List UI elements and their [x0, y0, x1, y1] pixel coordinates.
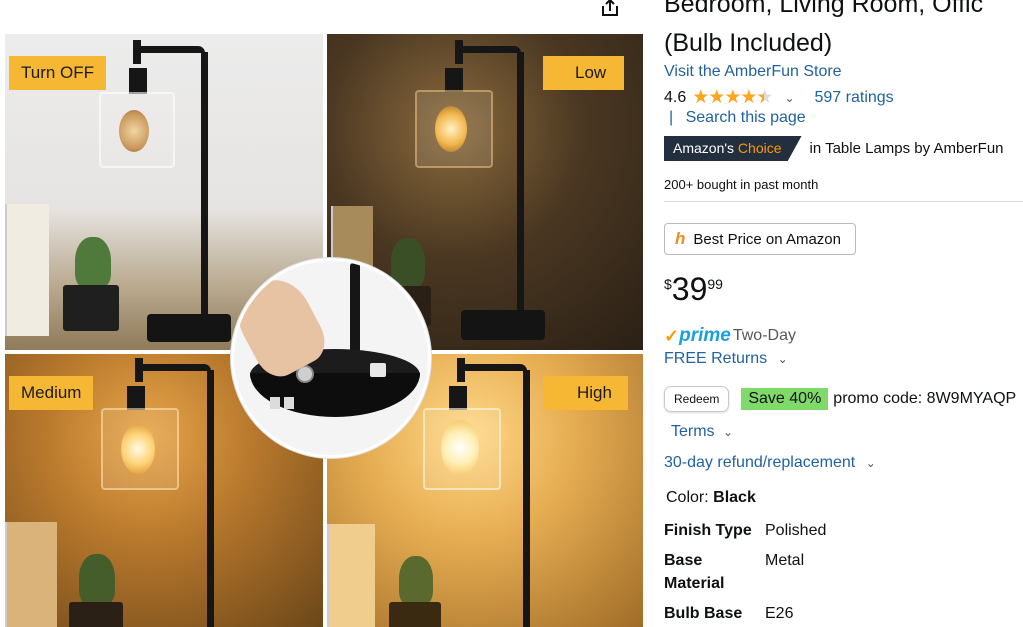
- search-this-page-row: | Search this page: [669, 109, 806, 127]
- tag-low: Low: [543, 56, 625, 90]
- prime-row: ✓ prime Two-Day: [664, 325, 796, 347]
- store-link[interactable]: Visit the AmberFun Store: [664, 63, 842, 81]
- two-day-label: Two-Day: [732, 327, 796, 344]
- badge-choice: Choice: [737, 140, 782, 156]
- separator: |: [669, 109, 674, 126]
- ratings-count-link[interactable]: 597 ratings: [815, 89, 894, 107]
- amazons-choice-row: Amazon's Choice in Table Lamps by AmberF…: [664, 136, 1004, 161]
- star-rating-icon[interactable]: ★★★★★★: [692, 86, 773, 109]
- product-title-line1: Bedroom, Living Room, Offic: [664, 0, 984, 18]
- spec-row-bulb-base: Bulb Base E26: [664, 602, 793, 625]
- price-fraction: 99: [707, 276, 723, 292]
- badge-category-text: in Table Lamps by AmberFun: [809, 140, 1004, 157]
- product-title-line2: (Bulb Included): [664, 29, 833, 57]
- honey-icon: h: [675, 229, 686, 248]
- price: $ 39 99: [664, 270, 723, 308]
- terms-link[interactable]: Terms: [671, 423, 715, 440]
- spec-key: Base Material: [664, 552, 725, 592]
- prime-logo: prime: [679, 325, 731, 346]
- price-whole: 39: [671, 271, 708, 307]
- chevron-down-icon[interactable]: ⌄: [866, 456, 876, 470]
- promo-row: Redeem Save 40% promo code: 8W9MYAQP: [664, 386, 1016, 412]
- chevron-down-icon[interactable]: ⌄: [778, 352, 788, 366]
- spec-value: Metal: [765, 552, 805, 569]
- bought-past-month: 200+ bought in past month: [664, 177, 819, 192]
- spec-row-base-material: Base Material Metal: [664, 549, 804, 595]
- free-returns-link[interactable]: FREE Returns: [664, 350, 767, 367]
- badge-prefix: Amazon's: [673, 140, 735, 156]
- tag-turn-off: Turn OFF: [9, 56, 107, 90]
- color-value: Black: [713, 489, 756, 506]
- tag-medium: Medium: [9, 376, 94, 410]
- refund-row[interactable]: 30-day refund/replacement ⌄: [664, 454, 876, 472]
- lamp-base: [147, 314, 231, 342]
- cactus-image: [75, 237, 111, 289]
- promo-code-text: promo code: 8W9MYAQP: [833, 390, 1017, 407]
- spec-value: Polished: [765, 522, 827, 539]
- base-closeup-image: [231, 258, 431, 458]
- search-this-page-link[interactable]: Search this page: [686, 109, 806, 126]
- honey-button-label: Best Price on Amazon: [693, 230, 841, 248]
- rating-row: 4.6 ★★★★★★ ⌄ 597 ratings: [664, 86, 894, 109]
- redeem-button[interactable]: Redeem: [664, 386, 730, 412]
- spec-key: Finish Type: [664, 522, 752, 539]
- refund-link[interactable]: 30-day refund/replacement: [664, 454, 855, 471]
- color-label: Color:: [666, 489, 709, 506]
- spec-row-finish-type: Finish Type Polished: [664, 519, 826, 542]
- color-row: Color: Black: [666, 489, 756, 507]
- spec-key: Bulb Base: [664, 605, 743, 622]
- books-image: [5, 204, 49, 336]
- product-image-gallery[interactable]: Turn OFF Low Medium High: [5, 34, 643, 627]
- amazons-choice-badge[interactable]: Amazon's Choice: [664, 136, 802, 161]
- price-symbol: $: [664, 276, 672, 292]
- pot-image: [63, 285, 119, 331]
- rating-value: 4.6: [664, 88, 687, 106]
- divider: [664, 201, 1023, 202]
- bulb-image: [119, 110, 149, 152]
- save-percent-badge: Save 40%: [741, 388, 829, 410]
- free-returns-row[interactable]: FREE Returns ⌄: [664, 350, 788, 368]
- honey-best-price-button[interactable]: h Best Price on Amazon: [664, 223, 856, 255]
- tag-high: High: [543, 376, 628, 410]
- share-icon[interactable]: [599, 0, 621, 16]
- chevron-down-icon[interactable]: ⌄: [723, 425, 733, 439]
- spec-value: E26: [765, 605, 794, 622]
- terms-row[interactable]: Terms ⌄: [671, 423, 733, 441]
- prime-check-icon: ✓: [664, 325, 680, 346]
- chevron-down-icon[interactable]: ⌄: [784, 91, 794, 105]
